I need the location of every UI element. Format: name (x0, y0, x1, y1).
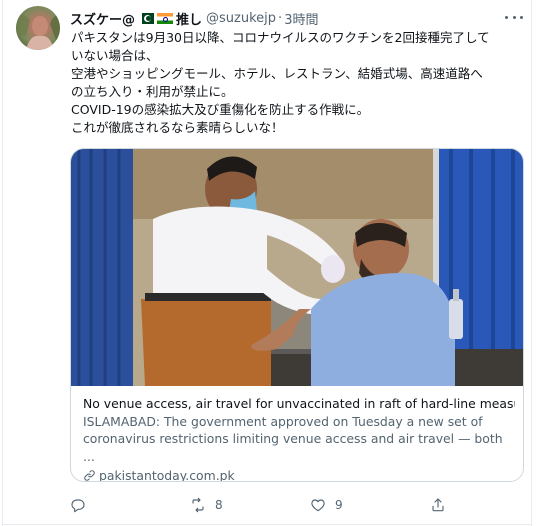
tweet-text: パキスタンは9月30日以降、コロナウイルスのワクチンを2回接種完了して いない場… (71, 29, 526, 137)
heart-icon (311, 499, 325, 512)
tweet-timestamp[interactable]: 3時間 (284, 9, 318, 28)
author-handle[interactable]: @suzukejp (206, 11, 276, 26)
tweet-text-line: パキスタンは9月30日以降、コロナウイルスのワクチンを2回接種完了して (71, 30, 490, 45)
retweet-count: 8 (215, 498, 223, 512)
vaccination-photo (71, 149, 523, 386)
reply-icon (71, 499, 85, 513)
card-body[interactable]: No venue access, air travel for unvaccin… (83, 395, 515, 482)
author-display-name[interactable]: スズケー@ (70, 9, 135, 28)
link-icon (84, 470, 95, 481)
link-preview-card[interactable]: No venue access, air travel for unvaccin… (70, 148, 524, 482)
card-description: ISLAMABAD: The government approved on Tu… (83, 413, 515, 466)
tweet-text-line: の立ち入り・利用が禁止に。 (71, 84, 234, 99)
card-domain[interactable]: pakistantoday.com.pk (83, 467, 515, 482)
like-button[interactable]: 9 (310, 494, 343, 516)
tweet-text-line: 空港やショッピングモール、ホテル、レストラン、結婚式場、高速道路へ (71, 66, 483, 81)
separator-dot: · (278, 10, 283, 26)
retweet-button[interactable]: 8 (190, 494, 223, 516)
pakistan-flag-icon (138, 12, 155, 24)
share-button[interactable] (430, 494, 455, 516)
avatar-image (16, 14, 60, 50)
card-title[interactable]: No venue access, air travel for unvaccin… (83, 395, 515, 413)
india-flag-icon (157, 12, 174, 24)
retweet-icon (192, 497, 204, 513)
card-image[interactable] (71, 149, 523, 386)
tweet-text-line: COVID-19の感染拡大及び重傷化を防止する作戦に。 (71, 102, 370, 117)
reply-button[interactable] (70, 494, 95, 516)
more-horizontal-icon[interactable] (505, 10, 523, 24)
like-count: 9 (335, 498, 343, 512)
card-description-line: coronavirus restrictions limiting venue … (83, 431, 503, 464)
card-domain-text: pakistantoday.com.pk (99, 468, 235, 482)
card-description-line: ISLAMABAD: The government approved on Tu… (83, 413, 483, 429)
author-name-suffix[interactable]: 推し (176, 9, 202, 28)
avatar[interactable] (16, 6, 60, 50)
share-icon (432, 498, 444, 512)
tweet-text-line: これが徹底されるなら素晴らしいな！ (71, 120, 284, 135)
tweet-header: スズケー@ 推し @suzukejp · 3時間 (70, 9, 318, 28)
tweet-text-line: いない場合は、 (71, 48, 159, 63)
tweet-divider (2, 524, 532, 525)
